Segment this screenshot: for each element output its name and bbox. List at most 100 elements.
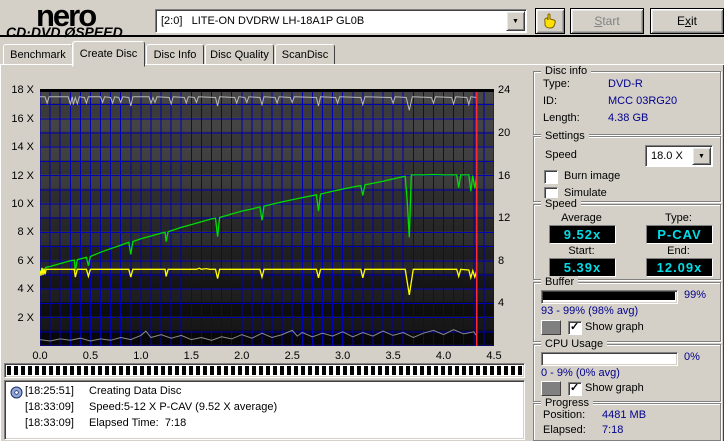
- disc-icon: [10, 386, 23, 399]
- y-axis-tick: 2 X: [17, 311, 34, 324]
- buffer-percent: 99%: [684, 289, 707, 301]
- eject-button[interactable]: [535, 8, 565, 34]
- group-title: Buffer: [541, 276, 579, 288]
- average-speed-display: 9.52x: [549, 225, 616, 244]
- drive-select-arrow[interactable]: ▼: [506, 11, 525, 31]
- speed-select[interactable]: 18.0 X ▼: [645, 145, 713, 167]
- speed-group: Speed Average Type: 9.52x P-CAV Start: E…: [533, 198, 721, 280]
- drive-select-value: [2:0] LITE-ON DVDRW LH-18A1P GL0B: [161, 15, 365, 27]
- cpu-bar: [541, 352, 678, 366]
- log-time: [18:25:51]: [25, 385, 74, 397]
- type-label: Type:: [665, 212, 692, 224]
- group-title: Progress: [541, 397, 594, 409]
- log-time: [18:33:09]: [25, 417, 74, 429]
- settings-group: Settings Speed 18.0 X ▼ Burn image Simul…: [533, 130, 721, 202]
- start-label-accel: S: [594, 14, 603, 28]
- buffer-range: 93 - 99% (98% avg): [541, 305, 639, 317]
- disc-type-label: Type:: [543, 78, 570, 90]
- tab-label: ScanDisc: [281, 49, 329, 61]
- elapsed-label: Elapsed:: [543, 424, 586, 436]
- series-buffer-level: [40, 95, 477, 111]
- start-button[interactable]: Start: [570, 8, 644, 34]
- x-axis-tick: 0.0: [32, 350, 48, 362]
- drive-select[interactable]: [2:0] LITE-ON DVDRW LH-18A1P GL0B ▼: [155, 9, 527, 33]
- exit-label-pre: E: [676, 14, 685, 28]
- cpu-percent: 0%: [684, 351, 700, 363]
- group-title: Disc info: [541, 65, 592, 77]
- buffer-bar-fill: [543, 292, 675, 300]
- log-text: Creating Data Disc: [89, 385, 182, 397]
- x-axis-tick: 4.0: [435, 350, 452, 362]
- y-axis-tick: 6 X: [17, 254, 34, 267]
- right-axis-tick: 4: [498, 297, 505, 310]
- y-axis-tick: 18 X: [11, 84, 34, 97]
- exit-button[interactable]: Ex it: [650, 8, 724, 34]
- buffer-show-graph-label: Show graph: [585, 321, 644, 333]
- speed-select-arrow[interactable]: ▼: [692, 147, 711, 165]
- buffer-group: Buffer 99% 93 - 99% (98% avg) Show graph: [533, 276, 721, 342]
- position-label: Position:: [543, 409, 586, 421]
- hand-icon: [544, 13, 556, 29]
- cpu-range: 0 - 9% (0% avg): [541, 367, 620, 379]
- disc-id-value: MCC 03RG20: [608, 95, 678, 107]
- speed-select-value: 18.0 X: [651, 150, 683, 162]
- log-row: [18:33:09] Elapsed Time: 7:18: [5, 417, 524, 432]
- x-axis-tick: 1.5: [183, 350, 199, 362]
- series-requested-speed: [40, 267, 478, 296]
- burn-image-checkbox[interactable]: [544, 170, 558, 184]
- plot-area: [40, 89, 494, 346]
- write-progress-fill: [7, 366, 522, 375]
- x-axis-tick: 0.5: [82, 350, 99, 362]
- speed-chart: 18 X 16 X 14 X 12 X 10 X 8 X 6 X 4 X 2 X 24 20 16 12…: [0, 65, 528, 441]
- buffer-bar: [541, 290, 678, 304]
- x-axis-tick: 2.0: [234, 350, 250, 362]
- nero-logo: nero CD·DVD ØSPEED: [4, 0, 154, 40]
- group-title: Settings: [541, 130, 589, 142]
- x-axis-tick: 2.5: [284, 350, 300, 362]
- disc-type-value: DVD-R: [608, 78, 643, 90]
- log-text: Elapsed Time: 7:18: [89, 417, 187, 429]
- speed-setting-label: Speed: [545, 149, 577, 161]
- right-axis-tick: 8: [498, 254, 505, 267]
- header-divider: [0, 35, 724, 37]
- buffer-show-graph-checkbox[interactable]: [568, 320, 582, 335]
- tab-create-disc[interactable]: Create Disc: [72, 41, 145, 67]
- tab-disc-quality[interactable]: Disc Quality: [205, 44, 274, 66]
- tab-label: Disc Info: [153, 49, 197, 61]
- burn-image-label: Burn image: [564, 170, 621, 182]
- disc-length-value: 4.38 GB: [608, 112, 649, 124]
- type-display: P-CAV: [646, 225, 713, 244]
- disc-id-label: ID:: [543, 95, 558, 107]
- cpu-show-graph-checkbox[interactable]: [568, 381, 582, 396]
- x-axis-tick: 3.5: [385, 350, 401, 362]
- y-axis-tick: 14 X: [11, 141, 34, 154]
- cpu-usage-group: CPU Usage 0% 0 - 9% (0% avg) Show graph: [533, 338, 721, 402]
- start-speed-display: 5.39x: [549, 258, 616, 277]
- tab-benchmark[interactable]: Benchmark: [3, 44, 73, 66]
- tab-scandisc[interactable]: ScanDisc: [275, 44, 335, 66]
- progress-group: Progress Position: 4481 MB Elapsed: 7:18: [533, 397, 721, 441]
- tab-label: Create Disc: [79, 48, 138, 60]
- app-window: nero CD·DVD ØSPEED [2:0] LITE-ON DVDRW L…: [0, 0, 724, 441]
- write-progress-bar: [4, 363, 525, 378]
- group-title: Speed: [541, 198, 581, 210]
- tab-disc-info[interactable]: Disc Info: [146, 44, 204, 66]
- log-text: Speed:5-12 X P-CAV (9.52 X average): [89, 401, 278, 413]
- log-row: [18:33:09] Speed:5-12 X P-CAV (9.52 X av…: [5, 401, 524, 416]
- group-title: CPU Usage: [541, 338, 608, 350]
- create-disc-panel: 18 X 16 X 14 X 12 X 10 X 8 X 6 X 4 X 2 X 24 20 16 12…: [0, 64, 724, 441]
- end-speed-display: 12.09x: [646, 258, 713, 277]
- x-axis-tick: 3.0: [335, 350, 351, 362]
- y-axis-tick: 10 X: [11, 198, 34, 210]
- right-axis-tick: 20: [498, 127, 511, 140]
- y-axis-tick: 4 X: [17, 283, 34, 296]
- x-axis-tick: 4.5: [486, 350, 502, 362]
- tab-label: Benchmark: [10, 49, 66, 61]
- buffer-color-swatch: [541, 320, 561, 335]
- y-axis-tick: 16 X: [11, 112, 34, 125]
- series-write-speed: [40, 173, 478, 274]
- exit-label-rest: it: [691, 14, 697, 28]
- elapsed-value: 7:18: [602, 424, 624, 436]
- log-time: [18:33:09]: [25, 401, 74, 413]
- log-row: [18:25:51] Creating Data Disc: [5, 385, 524, 400]
